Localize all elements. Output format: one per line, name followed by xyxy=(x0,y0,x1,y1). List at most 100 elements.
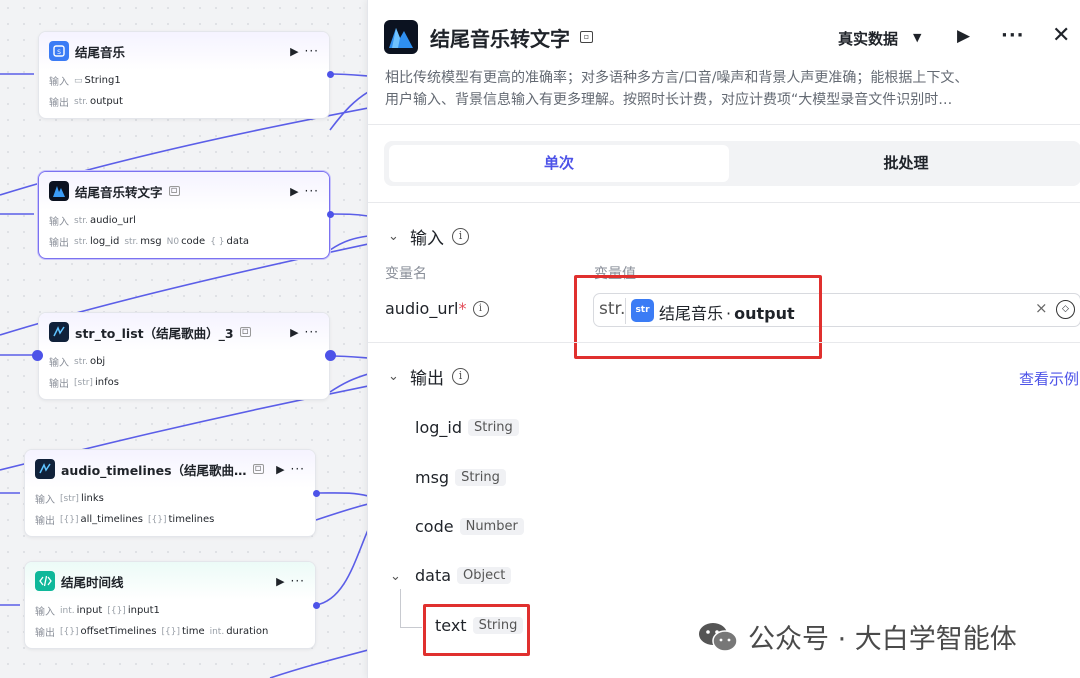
type-tag: Object xyxy=(457,567,512,584)
param-chip: ▭ String1 xyxy=(74,75,121,86)
node-output-row: 输出 [str] infos xyxy=(49,377,119,390)
more-icon[interactable]: ··· xyxy=(305,44,319,58)
divider xyxy=(368,202,1080,203)
divider xyxy=(368,124,1080,125)
wire xyxy=(315,503,368,521)
more-icon[interactable]: ··· xyxy=(1001,25,1025,46)
more-icon[interactable]: ··· xyxy=(291,574,305,588)
output-item: code Number xyxy=(415,517,524,536)
node-header: 结尾音乐转文字 ▫ ▶ ··· xyxy=(39,172,329,210)
info-icon[interactable]: i xyxy=(472,300,489,317)
wire xyxy=(269,649,368,678)
run-mode-tabs: 单次 批处理 xyxy=(384,141,1080,186)
node-title: audio_timelines（结尾歌曲… xyxy=(61,462,247,478)
output-item: msg String xyxy=(415,468,506,487)
watermark: 公众号 · 大白学智能体 xyxy=(698,617,1017,656)
node-str-to-list[interactable]: str_to_list（结尾歌曲）_3 ▫ ▶ ··· 输入 str. obj 输… xyxy=(38,312,330,400)
node-title: 结尾音乐 xyxy=(75,44,126,60)
param-chip: [{}] time xyxy=(161,626,205,637)
node-ending-music[interactable]: S 结尾音乐 ▶ ··· 输入 ▭ String1 输出 str. output xyxy=(38,31,330,119)
tab-single[interactable]: 单次 xyxy=(389,145,729,182)
param-chip: [{}] input1 xyxy=(107,605,160,616)
param-chip: [{}] timelines xyxy=(148,514,215,525)
info-icon[interactable]: i xyxy=(452,368,469,385)
node-output-row: 输出 [{}] all_timelines [{}] timelines xyxy=(35,514,215,527)
highlight-box xyxy=(574,275,822,359)
node-input-row: 输入 ▭ String1 xyxy=(49,75,121,88)
node-audio-timelines[interactable]: audio_timelines（结尾歌曲… ▫ ▶ ··· 输入 [str] li… xyxy=(24,449,316,537)
workflow-canvas[interactable]: S 结尾音乐 ▶ ··· 输入 ▭ String1 输出 str. output 结… xyxy=(0,0,368,678)
run-node-icon[interactable]: ▶ xyxy=(276,463,284,476)
type-tag: String xyxy=(468,419,519,436)
panel-description: 相比传统模型有更高的准确率；对多语种多方言/口音/噪声和背景人声更准确；能根据上… xyxy=(385,70,969,108)
tab-batch[interactable]: 批处理 xyxy=(736,145,1076,182)
node-ending-timeline[interactable]: 结尾时间线 ▶ ··· 输入 int. input [{}] input1 输出 [… xyxy=(24,561,316,649)
folder-icon: ▭ xyxy=(74,75,83,86)
output-item: log_id String xyxy=(415,418,519,437)
plugin-badge-icon: ▫ xyxy=(580,31,593,43)
input-section-header[interactable]: ⌄ 输入 i xyxy=(388,224,469,249)
node-title: 结尾时间线 xyxy=(61,574,124,590)
info-icon[interactable]: i xyxy=(452,228,469,245)
output-item: data Object xyxy=(415,566,512,585)
tree-line xyxy=(400,589,401,627)
node-input-row: 输入 str. obj xyxy=(49,356,106,369)
view-example-link[interactable]: 查看示例 xyxy=(1019,368,1079,389)
more-icon[interactable]: ··· xyxy=(305,325,319,339)
close-icon[interactable]: ✕ xyxy=(1052,23,1070,48)
more-icon[interactable]: ··· xyxy=(305,184,319,198)
node-header: S 结尾音乐 ▶ ··· xyxy=(39,32,329,70)
plugin-badge-icon: ▫ xyxy=(239,327,251,337)
variable-picker-icon[interactable]: ◇ xyxy=(1056,300,1075,319)
chevron-down-icon[interactable]: ⌄ xyxy=(390,569,404,584)
node-input-row: 输入 [str] links xyxy=(35,493,104,506)
highlight-box xyxy=(423,604,530,656)
data-mode-select[interactable]: 真实数据 xyxy=(838,28,898,49)
wire xyxy=(315,492,368,497)
run-node-icon[interactable]: ▶ xyxy=(290,185,298,198)
node-output-port[interactable] xyxy=(313,490,320,497)
param-chip: str. output xyxy=(74,96,123,107)
plugin-badge-icon: ▫ xyxy=(168,186,180,196)
param-chip: [{}] offsetTimelines xyxy=(60,626,157,637)
asr-logo-icon xyxy=(384,20,418,54)
run-node-icon[interactable]: ▶ xyxy=(290,45,298,58)
node-output-row: 输出 [{}] offsetTimelines [{}] time int. dura… xyxy=(35,626,269,639)
run-icon[interactable]: ▶ xyxy=(957,26,970,46)
output-section-header[interactable]: ⌄ 输出 i xyxy=(388,364,469,389)
more-icon[interactable]: ··· xyxy=(291,462,305,476)
code-icon xyxy=(35,571,55,591)
node-header: audio_timelines（结尾歌曲… ▫ ▶ ··· xyxy=(25,450,315,488)
type-tag: Number xyxy=(459,518,524,535)
run-node-icon[interactable]: ▶ xyxy=(290,326,298,339)
node-input-row: 输入 int. input [{}] input1 xyxy=(35,605,160,618)
node-input-port[interactable] xyxy=(32,350,43,361)
divider xyxy=(368,342,1080,343)
chevron-down-icon[interactable]: ⌄ xyxy=(388,369,402,384)
tree-line xyxy=(400,627,422,628)
node-output-port[interactable] xyxy=(313,602,320,609)
param-chip: int. input xyxy=(60,605,103,616)
panel-header: 结尾音乐转文字 ▫ xyxy=(384,18,1080,56)
node-output-port[interactable] xyxy=(327,71,334,78)
caret-down-icon[interactable]: ▼ xyxy=(913,31,921,44)
music-icon: S xyxy=(49,41,69,61)
node-input-row: 输入 str. audio_url xyxy=(49,215,136,228)
node-ending-music-to-text[interactable]: 结尾音乐转文字 ▫ ▶ ··· 输入 str. audio_url 输出 str.… xyxy=(38,171,330,259)
plugin-badge-icon: ▫ xyxy=(252,464,264,474)
node-output-port[interactable] xyxy=(327,211,334,218)
param-chip: [{}] all_timelines xyxy=(60,514,144,525)
field-label-audio-url: audio_url * i xyxy=(385,299,489,318)
wire xyxy=(329,213,368,217)
chevron-down-icon[interactable]: ⌄ xyxy=(388,229,402,244)
param-chip: [str] links xyxy=(60,493,104,504)
node-output-row: 输出 str. output xyxy=(49,96,123,109)
node-output-port[interactable] xyxy=(325,350,336,361)
node-header: str_to_list（结尾歌曲）_3 ▫ ▶ ··· xyxy=(39,313,329,351)
type-tag: String xyxy=(455,469,506,486)
clear-icon[interactable]: × xyxy=(1035,299,1048,317)
run-node-icon[interactable]: ▶ xyxy=(276,575,284,588)
panel-title: 结尾音乐转文字 xyxy=(430,26,570,51)
plugin-icon xyxy=(35,459,55,479)
param-chip: str. log_id xyxy=(74,236,120,247)
